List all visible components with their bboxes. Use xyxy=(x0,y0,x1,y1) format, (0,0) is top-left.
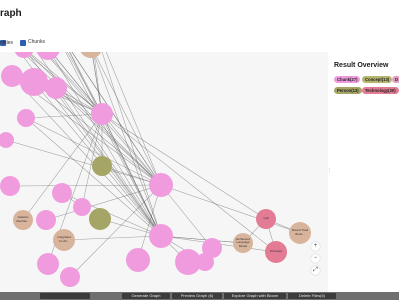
tab-generate-graph[interactable]: Generate Graph xyxy=(122,293,170,299)
graph-node-person[interactable]: Integrated Co-Fil... xyxy=(53,229,75,251)
entities-checkbox-label: ntities xyxy=(0,40,14,46)
chunks-checkbox-label: Chunks xyxy=(28,39,45,45)
graph-node-concept[interactable] xyxy=(89,208,111,230)
chunks-checkbox[interactable] xyxy=(20,40,26,46)
graph-node-technology[interactable]: Firmware xyxy=(265,241,287,263)
badge-person[interactable]: Person(13) xyxy=(334,87,362,94)
graph-node-chunk[interactable] xyxy=(91,103,113,125)
graph-node-label: Enhanced Language Model xyxy=(236,236,250,248)
graph-node-chunk[interactable] xyxy=(52,183,72,203)
graph-edge xyxy=(160,184,301,234)
tab-explore-graph-bloom[interactable]: Explore Graph with Bloom xyxy=(224,293,286,299)
graph-node-chunk[interactable] xyxy=(126,248,150,272)
graph-node-chunk[interactable] xyxy=(60,267,80,287)
graph-node-person[interactable]: Enhanced Language Model xyxy=(233,233,253,253)
badge-d[interactable]: D xyxy=(392,76,399,83)
graph-node-chunk[interactable] xyxy=(0,176,20,196)
graph-node-chunk[interactable] xyxy=(45,77,67,99)
graph-node-label: Firmware xyxy=(269,249,283,254)
result-overview-title: Result Overview xyxy=(334,62,389,69)
bottom-tab-bar: Generate Graph Preview Graph (6) Explore… xyxy=(0,292,399,300)
badge-concept[interactable]: Concept(13) xyxy=(362,76,393,83)
graph-node-concept[interactable] xyxy=(92,156,112,176)
graph-node-label: Cell xyxy=(263,216,269,221)
graph-edge xyxy=(101,113,277,253)
graph-edge xyxy=(9,184,162,187)
graph-node-chunk[interactable] xyxy=(149,224,173,248)
graph-node-chunk[interactable] xyxy=(73,198,91,216)
graph-node-label: Round Tired Book... xyxy=(291,228,309,236)
graph-node-chunk[interactable] xyxy=(36,210,56,230)
graph-node-person[interactable]: Galactic Mechan... xyxy=(13,210,33,230)
graph-node-person[interactable]: Round Tired Book... xyxy=(289,222,311,244)
tab-preview-graph[interactable]: Preview Graph (6) xyxy=(172,293,222,299)
graph-node-technology[interactable]: Cell xyxy=(256,209,276,229)
badge-chunk[interactable]: Chunk(27) xyxy=(334,76,361,83)
graph-node-label: Galactic Mechan... xyxy=(16,215,30,223)
graph-modal: raph ntities Chunks Round Tire Mach...Un… xyxy=(0,0,399,292)
fit-view-button[interactable]: ⤢ xyxy=(311,266,320,275)
graph-node-chunk[interactable] xyxy=(149,173,173,197)
tab-delete-files[interactable]: Delete Files(5) xyxy=(288,293,336,299)
graph-edge xyxy=(63,235,162,241)
graph-node-chunk[interactable] xyxy=(196,253,214,271)
graph-canvas[interactable]: Round Tire Mach...Universal Gallagan...G… xyxy=(0,52,328,292)
result-overview-panel: Result Overview Chunk(27) Concept(13) D … xyxy=(328,52,399,292)
graph-node-chunk[interactable] xyxy=(20,68,48,96)
graph-node-label: Integrated Co-Fil... xyxy=(57,235,71,243)
graph-node-chunk[interactable] xyxy=(17,109,35,127)
panel-resize-handle[interactable]: ⋮ xyxy=(327,168,332,174)
modal-title: raph xyxy=(0,8,22,19)
graph-node-chunk[interactable] xyxy=(37,253,59,275)
tab-blank[interactable] xyxy=(40,293,90,299)
badge-technology[interactable]: Technology(20) xyxy=(362,87,399,94)
zoom-out-button[interactable]: − xyxy=(311,254,320,263)
zoom-in-button[interactable]: + xyxy=(311,242,320,251)
